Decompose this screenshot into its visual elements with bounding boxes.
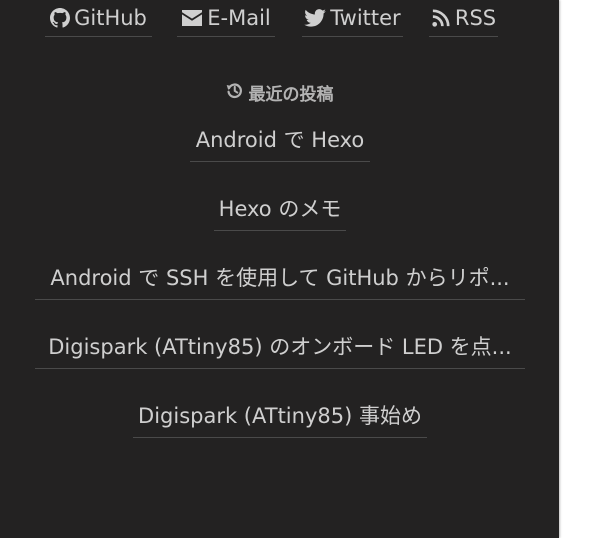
- recent-post-link[interactable]: Android で SSH を使用して GitHub からリポ...: [35, 255, 525, 300]
- history-icon: [226, 82, 243, 104]
- envelope-icon: [181, 9, 203, 27]
- rss-label: RSS: [454, 6, 497, 30]
- recent-post-link[interactable]: Android で Hexo: [190, 117, 370, 162]
- twitter-label: Twitter: [330, 6, 401, 30]
- github-label: GitHub: [74, 6, 147, 30]
- recent-post-link[interactable]: Hexo のメモ: [214, 186, 346, 231]
- social-links: GitHub E-Mail Twitter RSS: [0, 0, 559, 37]
- recent-posts-heading: 最近の投稿: [0, 80, 559, 105]
- github-link[interactable]: GitHub: [45, 0, 152, 37]
- recent-post-link[interactable]: Digispark (ATtiny85) のオンボード LED を点...: [35, 324, 525, 369]
- twitter-icon: [304, 9, 327, 27]
- recent-posts-title: 最近の投稿: [248, 85, 334, 105]
- email-label: E-Mail: [207, 6, 271, 30]
- github-icon: [50, 8, 71, 28]
- sidebar-panel: GitHub E-Mail Twitter RSS 最近の投稿 Android: [0, 0, 559, 538]
- rss-icon: [431, 9, 451, 27]
- rss-link[interactable]: RSS: [429, 0, 498, 37]
- recent-post-link[interactable]: Digispark (ATtiny85) 事始め: [133, 393, 427, 438]
- email-link[interactable]: E-Mail: [177, 0, 275, 37]
- twitter-link[interactable]: Twitter: [302, 0, 403, 37]
